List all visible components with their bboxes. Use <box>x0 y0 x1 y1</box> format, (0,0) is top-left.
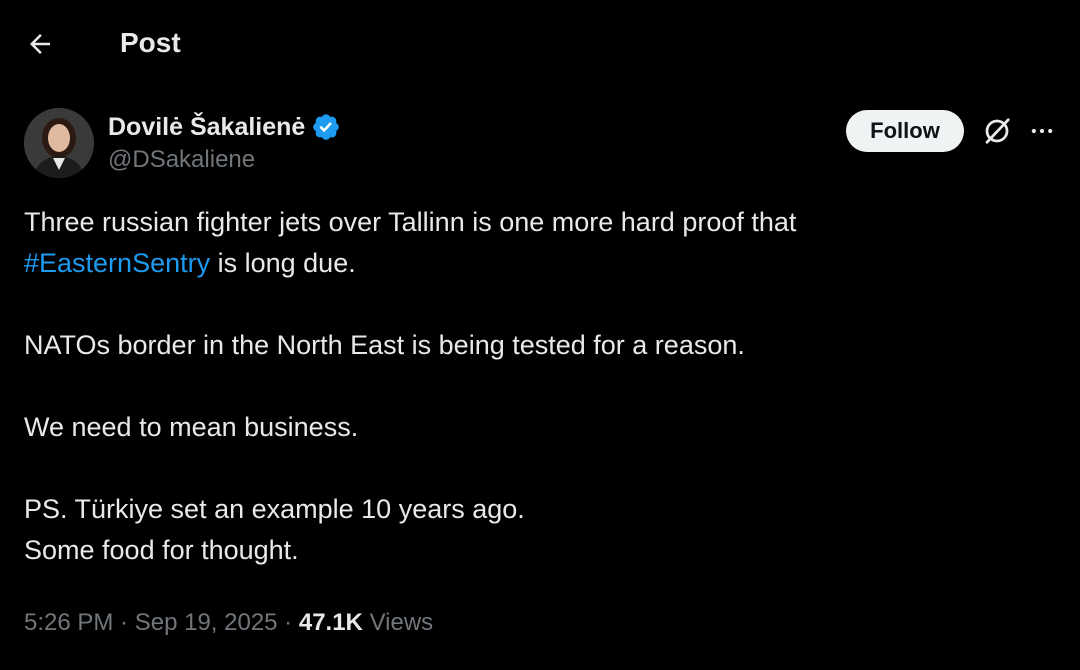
post-time[interactable]: 5:26 PM <box>24 609 113 636</box>
grok-button[interactable] <box>978 112 1016 150</box>
follow-button[interactable]: Follow <box>846 110 964 152</box>
tweet-paragraph-4: PS. Türkiye set an example 10 years ago.… <box>24 494 525 565</box>
more-options-button[interactable] <box>1024 112 1060 150</box>
tweet-paragraph-3: We need to mean business. <box>24 412 359 442</box>
tweet-meta: 5:26 PM · Sep 19, 2025 · 47.1K Views <box>24 609 434 636</box>
tweet-paragraph-2: NATOs border in the North East is being … <box>24 330 745 360</box>
avatar[interactable] <box>24 108 94 178</box>
top-bar: Post <box>0 0 1080 86</box>
hashtag-link[interactable]: #EasternSentry <box>24 248 210 278</box>
tweet-paragraph-1: Three russian fighter jets over Tallinn … <box>24 207 797 278</box>
more-horizontal-icon <box>1031 128 1053 134</box>
tweet-text: Three russian fighter jets over Tallinn … <box>24 202 1054 571</box>
page-title: Post <box>120 27 181 58</box>
verified-badge-icon[interactable] <box>311 112 341 142</box>
author-block: Dovilė Šakalienė @DSakaliene <box>108 110 341 176</box>
views-count: 47.1K <box>298 609 363 636</box>
arrow-left-icon <box>30 34 50 54</box>
back-button[interactable] <box>20 24 60 64</box>
author-handle[interactable]: @DSakaliene <box>108 144 341 176</box>
post-date[interactable]: Sep 19, 2025 <box>135 609 278 636</box>
avatar-portrait <box>24 108 94 178</box>
author-display-name[interactable]: Dovilė Šakalienė <box>108 113 305 142</box>
grok-icon <box>985 118 1010 144</box>
views-label: Views <box>369 609 434 636</box>
